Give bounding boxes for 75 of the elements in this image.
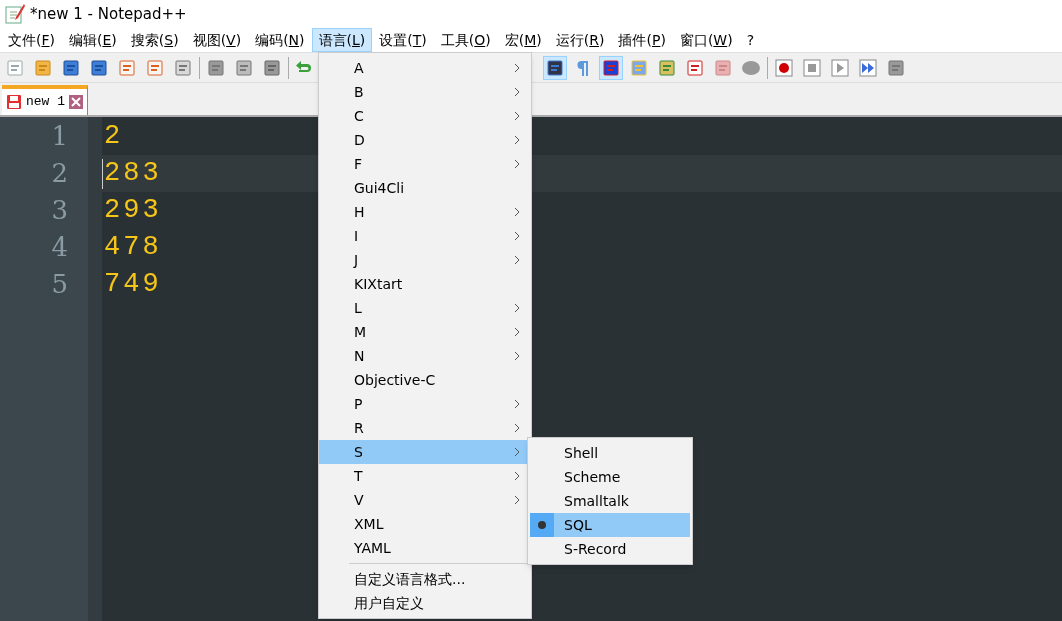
code-line: 293 xyxy=(104,194,162,228)
menu-item[interactable]: 窗口(W) xyxy=(672,28,740,52)
menu-item[interactable]: 语言(L) xyxy=(311,28,373,52)
window-title: *new 1 - Notepad++ xyxy=(30,3,187,25)
menu-item[interactable]: 插件(P) xyxy=(611,28,673,52)
language-menu-item[interactable]: N xyxy=(319,344,531,368)
menu-item[interactable]: 文件(F) xyxy=(1,28,62,52)
chevron-right-icon xyxy=(513,87,521,97)
line-number: 5 xyxy=(50,268,69,301)
chevron-right-icon xyxy=(513,471,521,481)
menu-item[interactable]: ? xyxy=(739,28,762,52)
menu-item[interactable]: 编码(N) xyxy=(248,28,312,52)
line-number: 2 xyxy=(50,157,69,190)
language-menu-item[interactable]: C xyxy=(319,104,531,128)
language-menu-item[interactable]: 用户自定义 xyxy=(319,591,531,615)
fast-forward-icon xyxy=(858,57,878,78)
menu-item[interactable]: 设置(T) xyxy=(372,28,434,52)
language-menu-item[interactable]: P xyxy=(319,392,531,416)
language-menu-item[interactable]: Gui4Cli xyxy=(319,176,531,200)
language-menu-item[interactable]: H xyxy=(319,200,531,224)
menu-item[interactable]: 编辑(E) xyxy=(62,28,124,52)
menu-item[interactable]: 视图(V) xyxy=(185,28,249,52)
language-menu-item[interactable]: T xyxy=(319,464,531,488)
chevron-right-icon xyxy=(513,111,521,121)
language-menu-item[interactable]: I xyxy=(319,224,531,248)
code-line: 749 xyxy=(104,268,162,302)
play-icon xyxy=(830,57,850,78)
close-icon[interactable] xyxy=(69,95,83,109)
chevron-right-icon xyxy=(513,423,521,433)
notepad-pencil-icon xyxy=(4,3,26,25)
chevron-right-icon xyxy=(513,231,521,241)
language-menu-item[interactable]: D xyxy=(319,128,531,152)
language-menu-item[interactable]: XML xyxy=(319,512,531,536)
line-number: 1 xyxy=(50,120,69,153)
chevron-right-icon xyxy=(513,399,521,409)
chevron-right-icon xyxy=(513,327,521,337)
language-menu-item[interactable]: M xyxy=(319,320,531,344)
tab-label: new 1 xyxy=(26,93,65,112)
language-menu-item[interactable]: S-Record xyxy=(530,537,690,561)
chevron-right-icon xyxy=(513,495,521,505)
language-menu-item[interactable]: B xyxy=(319,80,531,104)
language-menu-item[interactable]: L xyxy=(319,296,531,320)
menu-item[interactable]: 搜索(S) xyxy=(123,28,186,52)
language-menu-item[interactable]: Shell xyxy=(530,441,690,465)
language-menu-item[interactable]: SQL xyxy=(530,513,690,537)
record-icon xyxy=(774,57,794,78)
menu-item[interactable]: 运行(R) xyxy=(548,28,612,52)
language-menu-item[interactable]: J xyxy=(319,248,531,272)
code-line: 478 xyxy=(104,231,162,265)
code-line: 283 xyxy=(104,157,162,191)
line-number: 3 xyxy=(50,194,69,227)
chevron-right-icon xyxy=(513,447,521,457)
language-menu-item[interactable]: KIXtart xyxy=(319,272,531,296)
chevron-right-icon xyxy=(513,135,521,145)
chevron-right-icon xyxy=(513,255,521,265)
language-menu-item[interactable]: Smalltalk xyxy=(530,489,690,513)
language-menu-item[interactable]: Scheme xyxy=(530,465,690,489)
language-menu-item[interactable]: 自定义语言格式... xyxy=(319,567,531,591)
chevron-right-icon xyxy=(513,207,521,217)
menu-item[interactable]: 宏(M) xyxy=(497,28,549,52)
code-line: 2 xyxy=(104,120,124,154)
menu-item[interactable]: 工具(O) xyxy=(433,28,498,52)
chevron-right-icon xyxy=(513,159,521,169)
chevron-right-icon xyxy=(513,63,521,73)
language-menu-item[interactable]: F xyxy=(319,152,531,176)
language-menu-item[interactable]: R xyxy=(319,416,531,440)
language-menu-item[interactable]: Objective-C xyxy=(319,368,531,392)
line-number: 4 xyxy=(50,231,69,264)
language-menu-item[interactable]: V xyxy=(319,488,531,512)
chevron-right-icon xyxy=(513,351,521,361)
language-menu-item[interactable]: A xyxy=(319,56,531,80)
language-menu-item[interactable]: YAML xyxy=(319,536,531,560)
file-tab[interactable]: new 1 xyxy=(2,85,88,115)
chevron-right-icon xyxy=(513,303,521,313)
stop-icon xyxy=(802,57,822,78)
